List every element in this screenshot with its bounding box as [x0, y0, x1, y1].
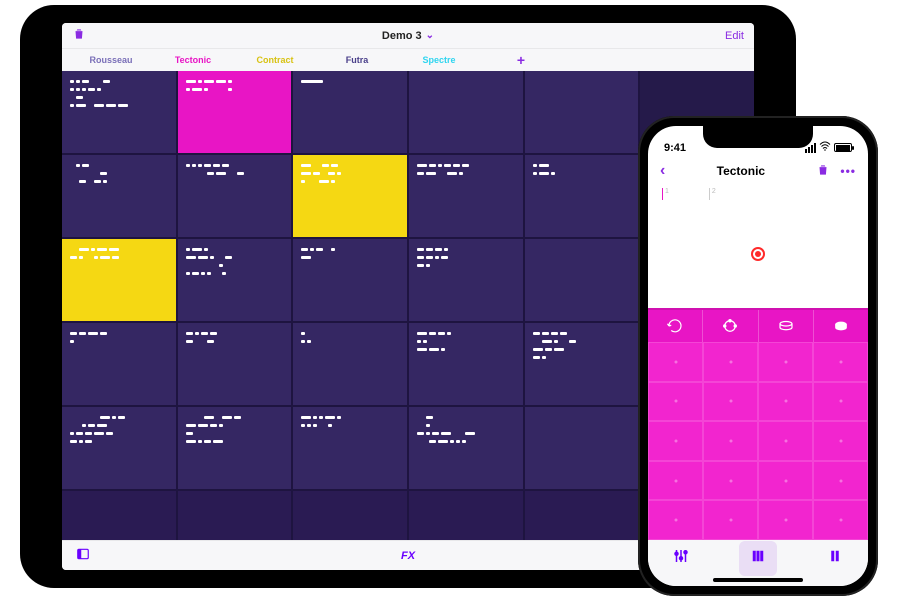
- pause-icon: [826, 547, 844, 565]
- drum-cell[interactable]: [758, 500, 813, 540]
- iphone-nav: ‹ Tectonic •••: [648, 156, 868, 186]
- drum-cell[interactable]: [648, 382, 703, 422]
- clip-cell[interactable]: [409, 323, 523, 405]
- clip-cell[interactable]: [409, 239, 523, 321]
- clip-cell[interactable]: [178, 71, 292, 153]
- clip-cell[interactable]: [62, 155, 176, 237]
- drum-col-loop[interactable]: [648, 310, 703, 342]
- drum-cell[interactable]: [758, 382, 813, 422]
- clip-cell[interactable]: [178, 491, 292, 540]
- chevron-down-icon: ⌄: [426, 30, 434, 41]
- iphone-home-indicator[interactable]: [713, 578, 803, 582]
- clip-cell[interactable]: [293, 71, 407, 153]
- clip-cell[interactable]: [293, 491, 407, 540]
- tom-icon: [832, 317, 850, 335]
- project-title-dropdown[interactable]: Demo 3 ⌄: [382, 30, 434, 42]
- instrument-tab-futra[interactable]: Futra: [316, 55, 398, 65]
- drum-cell[interactable]: [813, 421, 868, 461]
- add-instrument-button[interactable]: +: [480, 52, 562, 68]
- clip-cell[interactable]: [409, 155, 523, 237]
- clip-cell[interactable]: [409, 407, 523, 489]
- panel-icon[interactable]: [76, 547, 90, 564]
- instrument-tab-tectonic[interactable]: Tectonic: [152, 55, 234, 65]
- clip-cell[interactable]: [178, 407, 292, 489]
- trash-icon[interactable]: [816, 163, 830, 180]
- clip-cell[interactable]: [62, 491, 176, 540]
- drum-cell[interactable]: [813, 382, 868, 422]
- status-indicators: [805, 141, 852, 154]
- more-icon[interactable]: •••: [840, 164, 856, 178]
- snare-icon: [777, 317, 795, 335]
- drum-cell[interactable]: [648, 342, 703, 382]
- instrument-tabs: Rousseau Tectonic Contract Futra Spectre…: [62, 49, 754, 71]
- iphone-device: 9:41 ‹ Tectonic ••• 1 2: [638, 116, 878, 596]
- pattern-canvas[interactable]: [648, 200, 868, 308]
- sliders-icon: [672, 547, 690, 565]
- drum-cell[interactable]: [703, 500, 758, 540]
- drum-cell[interactable]: [758, 461, 813, 501]
- drum-cell[interactable]: [758, 342, 813, 382]
- pause-button[interactable]: [826, 547, 844, 570]
- trash-icon[interactable]: [72, 32, 86, 44]
- drum-cell[interactable]: [648, 500, 703, 540]
- drum-col-tambourine[interactable]: [703, 310, 758, 342]
- drum-col-tom[interactable]: [814, 310, 868, 342]
- timeline-tick: 2: [709, 188, 716, 200]
- tambourine-icon: [721, 317, 739, 335]
- clip-cell[interactable]: [525, 407, 639, 489]
- edit-button[interactable]: Edit: [725, 30, 744, 42]
- drum-cell[interactable]: [813, 500, 868, 540]
- instrument-title: Tectonic: [717, 164, 765, 178]
- ipad-topbar: Demo 3 ⌄ Edit: [62, 23, 754, 49]
- wifi-icon: [819, 141, 831, 154]
- record-indicator-icon[interactable]: [751, 247, 765, 261]
- timeline-ruler[interactable]: 1 2: [648, 186, 868, 200]
- columns-icon: [749, 547, 767, 565]
- iphone-notch: [703, 126, 813, 148]
- clip-cell[interactable]: [525, 491, 639, 540]
- clip-cell[interactable]: [525, 323, 639, 405]
- iphone-screen: 9:41 ‹ Tectonic ••• 1 2: [648, 126, 868, 586]
- mixer-button[interactable]: [672, 547, 690, 570]
- drum-column-header: [648, 308, 868, 342]
- status-time: 9:41: [664, 142, 686, 154]
- drum-cell[interactable]: [648, 421, 703, 461]
- drum-cell[interactable]: [703, 421, 758, 461]
- drum-cell[interactable]: [758, 421, 813, 461]
- clip-cell[interactable]: [409, 71, 523, 153]
- drum-cell[interactable]: [813, 342, 868, 382]
- instrument-tab-contract[interactable]: Contract: [234, 55, 316, 65]
- clip-cell[interactable]: [525, 239, 639, 321]
- drum-cell[interactable]: [648, 461, 703, 501]
- clip-cell[interactable]: [62, 407, 176, 489]
- grid-view-button[interactable]: [739, 541, 777, 576]
- clip-cell[interactable]: [525, 71, 639, 153]
- clip-cell[interactable]: [409, 491, 523, 540]
- drum-cell[interactable]: [703, 382, 758, 422]
- clip-cell[interactable]: [293, 407, 407, 489]
- clip-cell[interactable]: [178, 155, 292, 237]
- instrument-tab-spectre[interactable]: Spectre: [398, 55, 480, 65]
- drum-cell[interactable]: [813, 461, 868, 501]
- clip-cell[interactable]: [178, 239, 292, 321]
- clip-cell[interactable]: [293, 323, 407, 405]
- clip-cell[interactable]: [293, 239, 407, 321]
- clip-cell[interactable]: [62, 323, 176, 405]
- timeline-tick: 1: [662, 188, 669, 200]
- fx-button[interactable]: FX: [401, 550, 415, 562]
- drum-grid: [648, 342, 868, 540]
- instrument-tab-rousseau[interactable]: Rousseau: [70, 55, 152, 65]
- back-button[interactable]: ‹: [660, 162, 665, 180]
- drum-cell[interactable]: [703, 461, 758, 501]
- clip-cell[interactable]: [62, 239, 176, 321]
- drum-cell[interactable]: [703, 342, 758, 382]
- drum-col-snare[interactable]: [759, 310, 814, 342]
- project-title: Demo 3: [382, 30, 422, 42]
- battery-icon: [834, 143, 852, 152]
- loop-icon: [666, 317, 684, 335]
- clip-cell[interactable]: [525, 155, 639, 237]
- clip-cell[interactable]: [178, 323, 292, 405]
- clip-cell[interactable]: [62, 71, 176, 153]
- clip-cell[interactable]: [293, 155, 407, 237]
